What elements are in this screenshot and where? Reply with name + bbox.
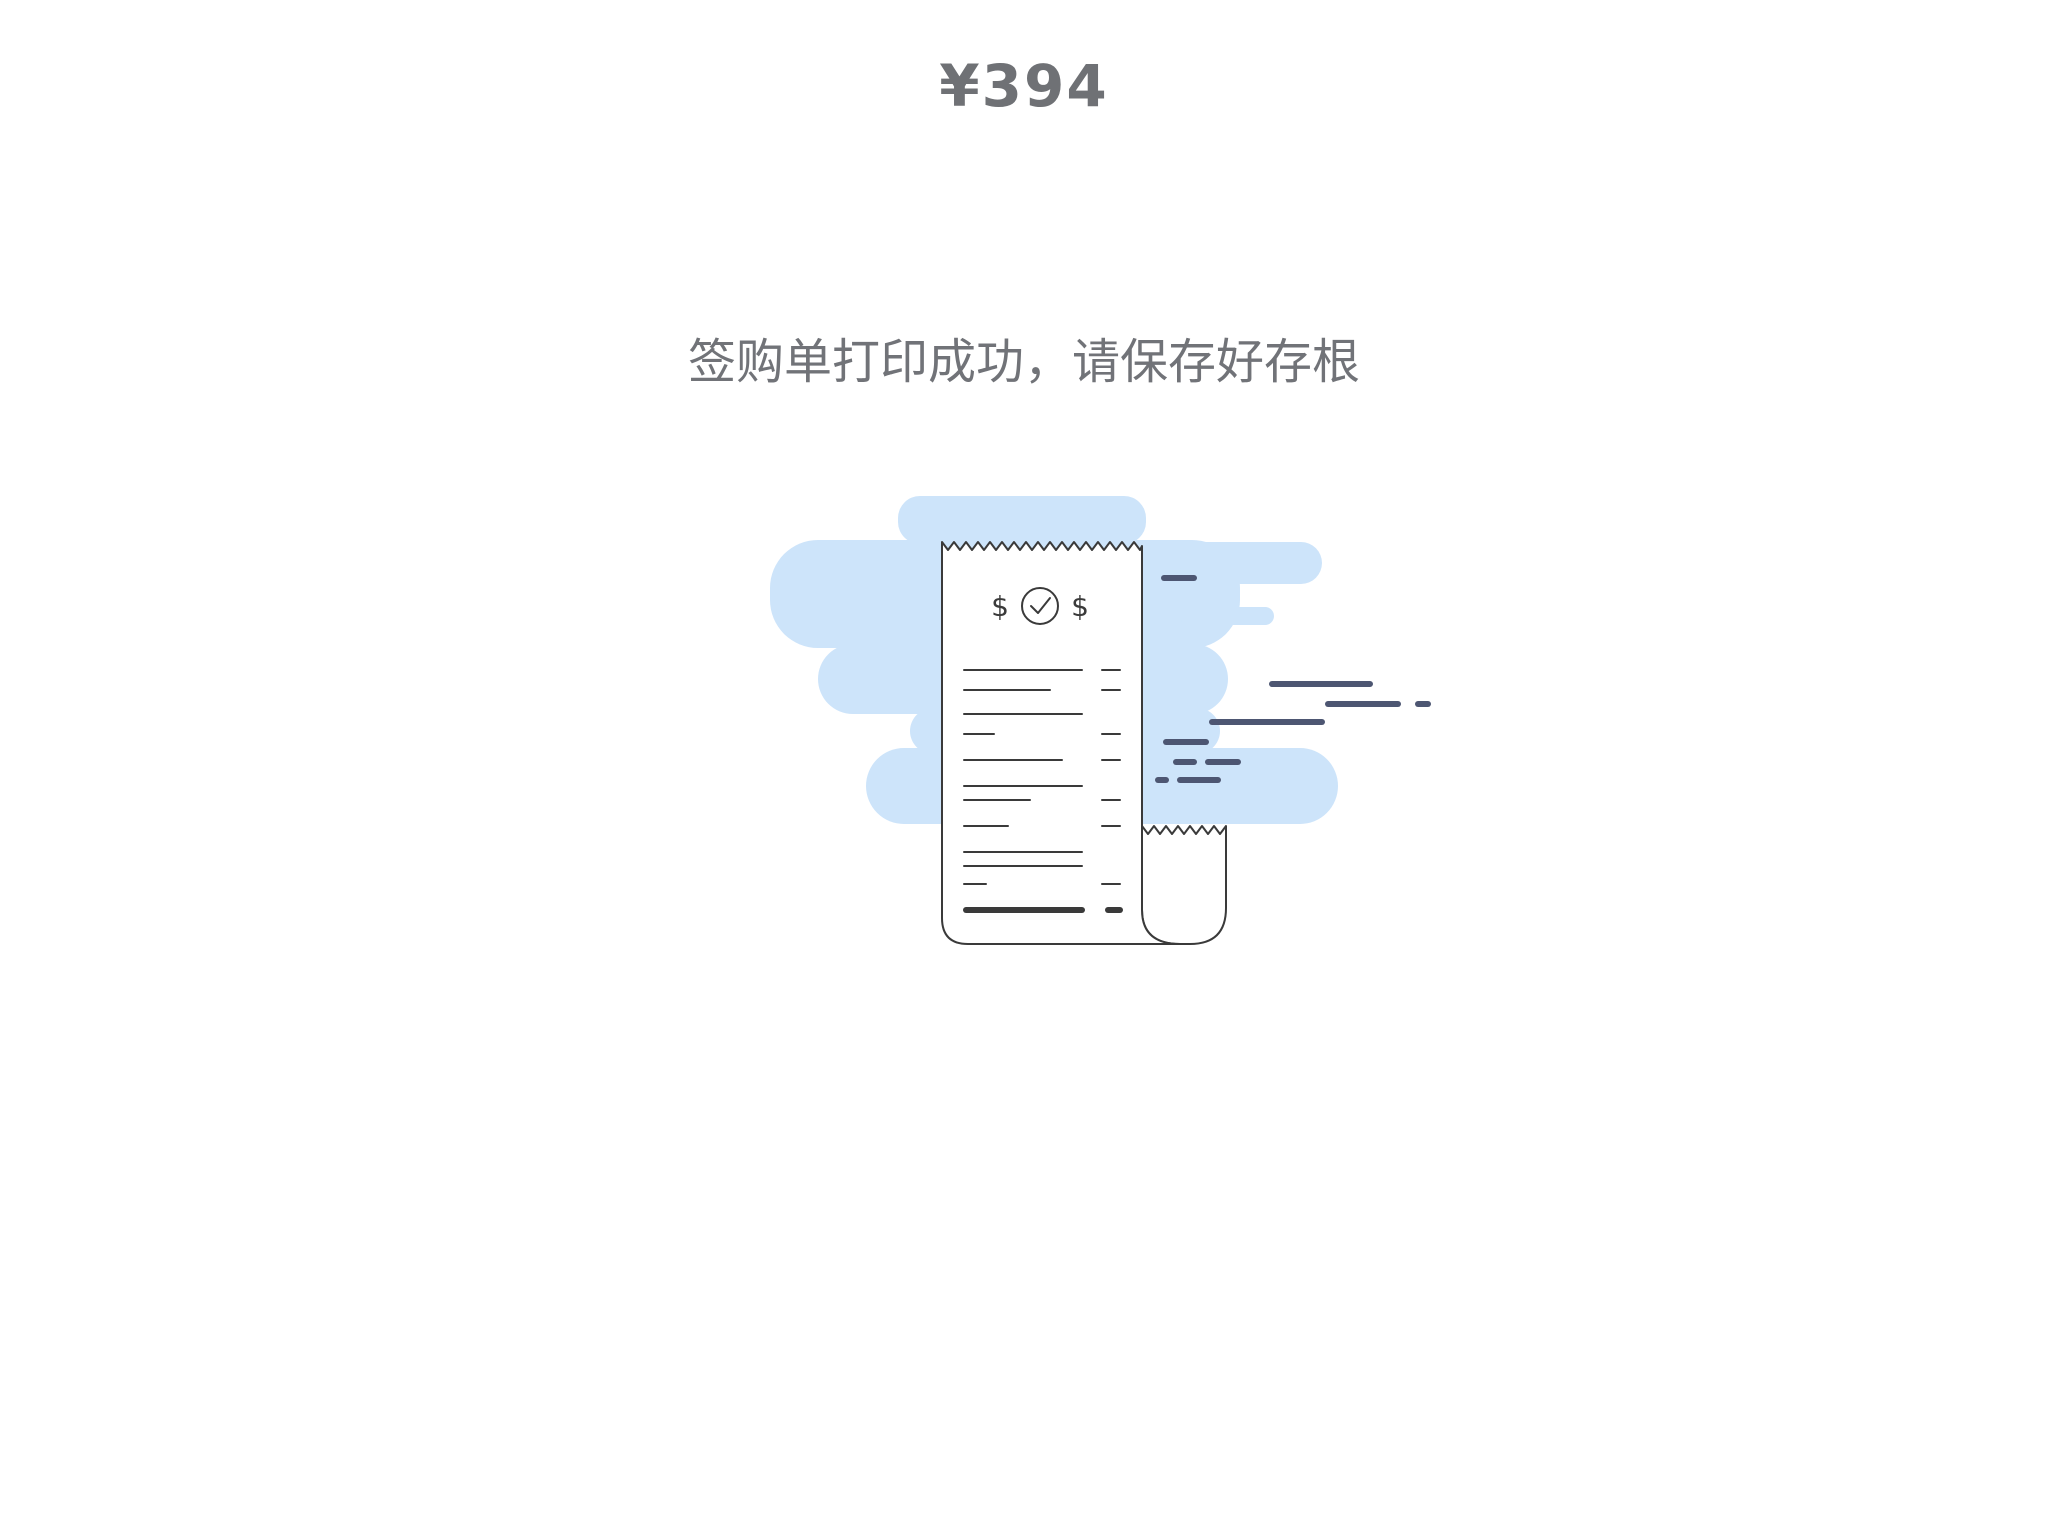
payment-amount: ¥394 bbox=[939, 52, 1109, 120]
dollar-sign-left: $ bbox=[991, 590, 1009, 623]
print-success-message: 签购单打印成功，请保存好存根 bbox=[687, 334, 1360, 390]
receipt-illustration: $ $ bbox=[770, 496, 1431, 945]
receipt-tail bbox=[1141, 825, 1227, 945]
dollar-sign-right: $ bbox=[1071, 590, 1089, 623]
